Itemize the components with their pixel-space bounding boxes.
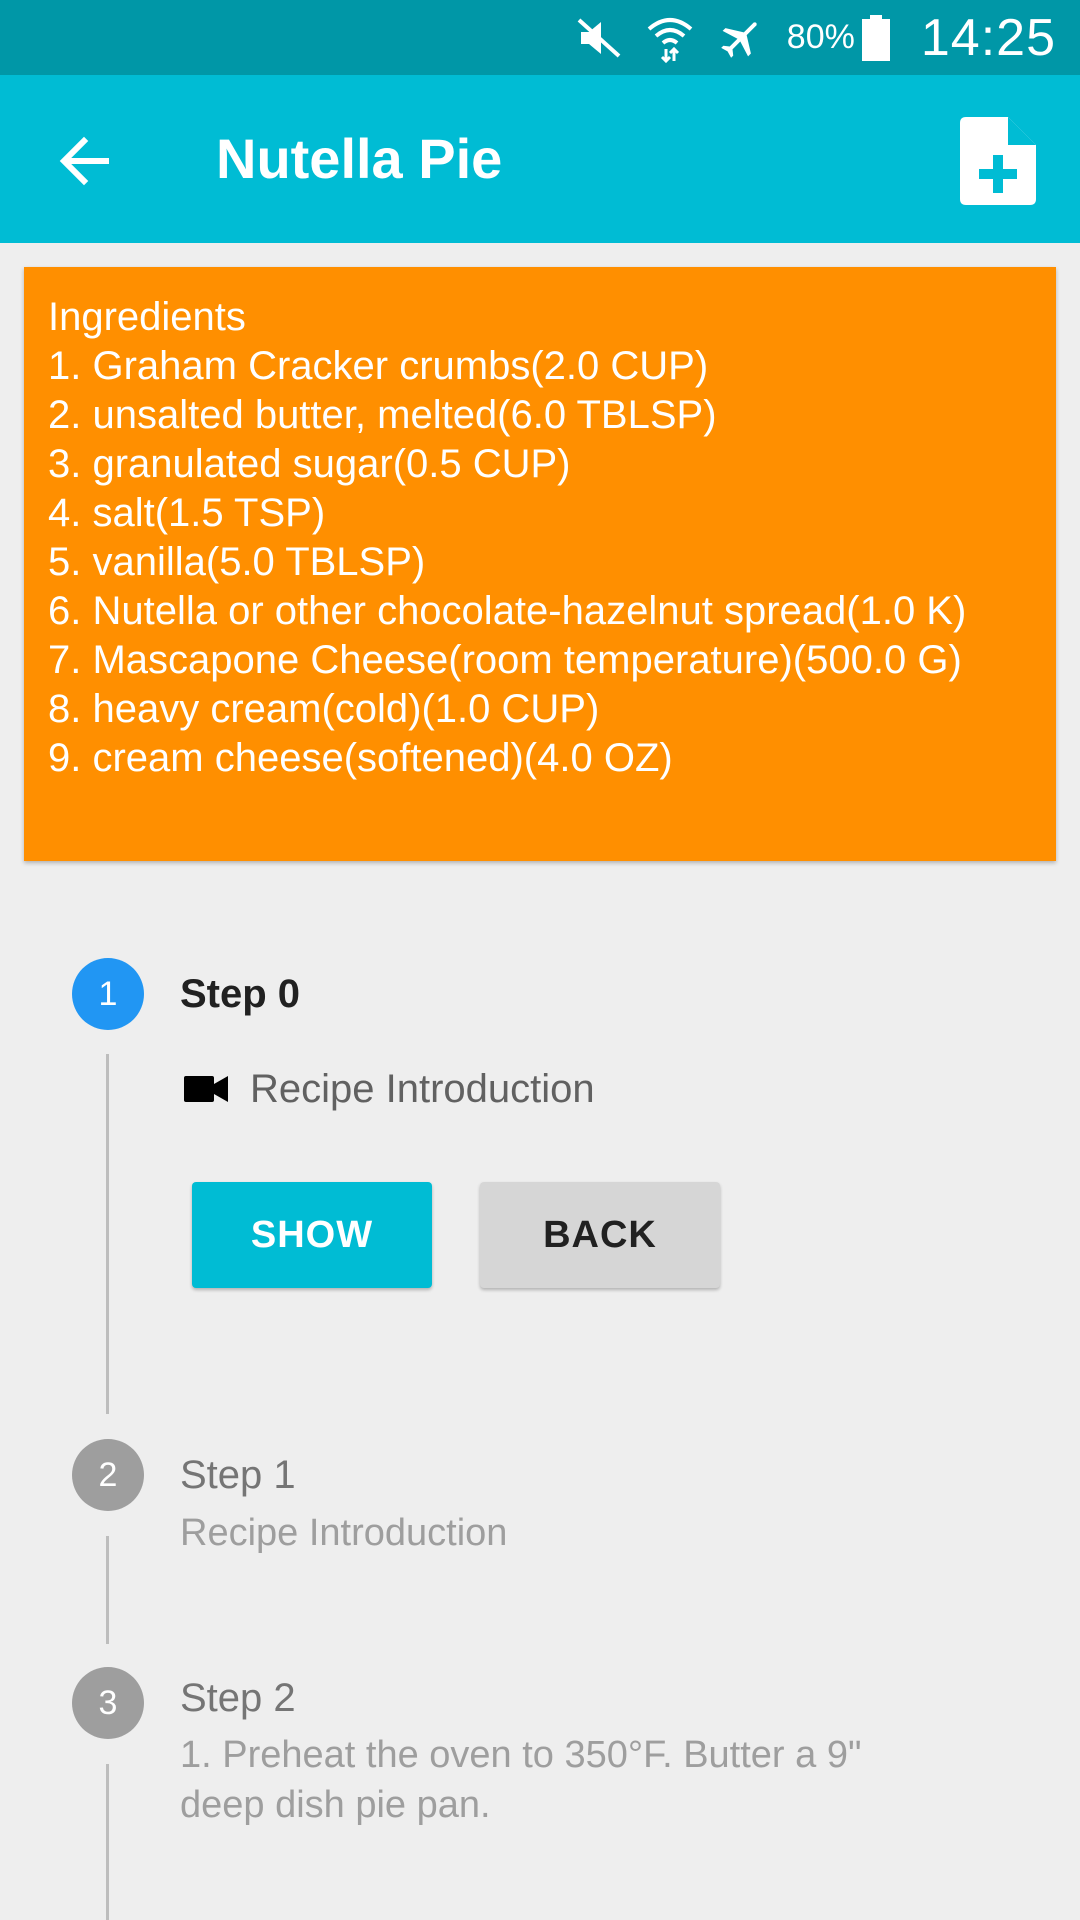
show-button[interactable]: SHOW bbox=[192, 1182, 432, 1288]
step-media-row: Recipe Introduction bbox=[184, 1064, 595, 1114]
step-subtitle: deep dish pie pan. bbox=[180, 1784, 491, 1826]
step-subtitle: 1. Preheat the oven to 350°F. Butter a 9… bbox=[180, 1734, 862, 1776]
step-number-badge[interactable]: 3 bbox=[72, 1667, 144, 1739]
add-file-icon bbox=[960, 117, 1036, 205]
ingredient-item: 5. vanilla(5.0 TBLSP) bbox=[48, 540, 426, 584]
airplane-icon bbox=[720, 21, 757, 58]
step-title[interactable]: Step 1 bbox=[180, 1453, 296, 1498]
back-button[interactable] bbox=[44, 121, 124, 201]
ingredient-item: 9. cream cheese(softened)(4.0 OZ) bbox=[48, 736, 673, 780]
page-title: Nutella Pie bbox=[216, 127, 503, 190]
wifi-icon bbox=[647, 17, 693, 63]
ingredient-item: 6. Nutella or other chocolate-hazelnut s… bbox=[48, 589, 967, 633]
ingredient-item: 4. salt(1.5 TSP) bbox=[48, 491, 326, 535]
battery-icon bbox=[861, 14, 890, 61]
step-media-label: Recipe Introduction bbox=[250, 1066, 595, 1111]
add-file-button[interactable] bbox=[960, 117, 1036, 205]
videocam-icon bbox=[184, 1076, 228, 1102]
ingredient-item: 8. heavy cream(cold)(1.0 CUP) bbox=[48, 687, 600, 731]
mute-icon bbox=[577, 18, 621, 57]
battery-percentage: 80% bbox=[786, 18, 855, 56]
step-connector bbox=[106, 1536, 109, 1644]
step-connector bbox=[106, 1764, 109, 1920]
status-bar: 80% 14:25 bbox=[0, 0, 1080, 75]
battery-status: 80% bbox=[787, 14, 891, 62]
step-title[interactable]: Step 0 bbox=[180, 972, 300, 1017]
step-subtitle: Recipe Introduction bbox=[180, 1512, 508, 1554]
ingredient-item: 7. Mascapone Cheese(room temperature)(50… bbox=[48, 638, 962, 682]
arrow-back-icon bbox=[59, 136, 109, 186]
step-number-badge[interactable]: 2 bbox=[72, 1439, 144, 1511]
ingredient-item: 3. granulated sugar(0.5 CUP) bbox=[48, 442, 571, 486]
status-clock: 14:25 bbox=[920, 8, 1056, 67]
ingredients-heading: Ingredients bbox=[48, 295, 246, 339]
back-step-button[interactable]: BACK bbox=[480, 1182, 720, 1288]
status-icons: 80% 14:25 bbox=[575, 0, 1056, 75]
ingredient-item: 2. unsalted butter, melted(6.0 TBLSP) bbox=[48, 393, 717, 437]
step-connector bbox=[106, 1054, 109, 1414]
ingredients-card: Ingredients 1. Graham Cracker crumbs(2.0… bbox=[24, 267, 1056, 861]
step-number-badge[interactable]: 1 bbox=[72, 958, 144, 1030]
step-title[interactable]: Step 2 bbox=[180, 1676, 296, 1721]
ingredient-item: 1. Graham Cracker crumbs(2.0 CUP) bbox=[48, 344, 709, 388]
app-bar: Nutella Pie bbox=[0, 75, 1080, 243]
